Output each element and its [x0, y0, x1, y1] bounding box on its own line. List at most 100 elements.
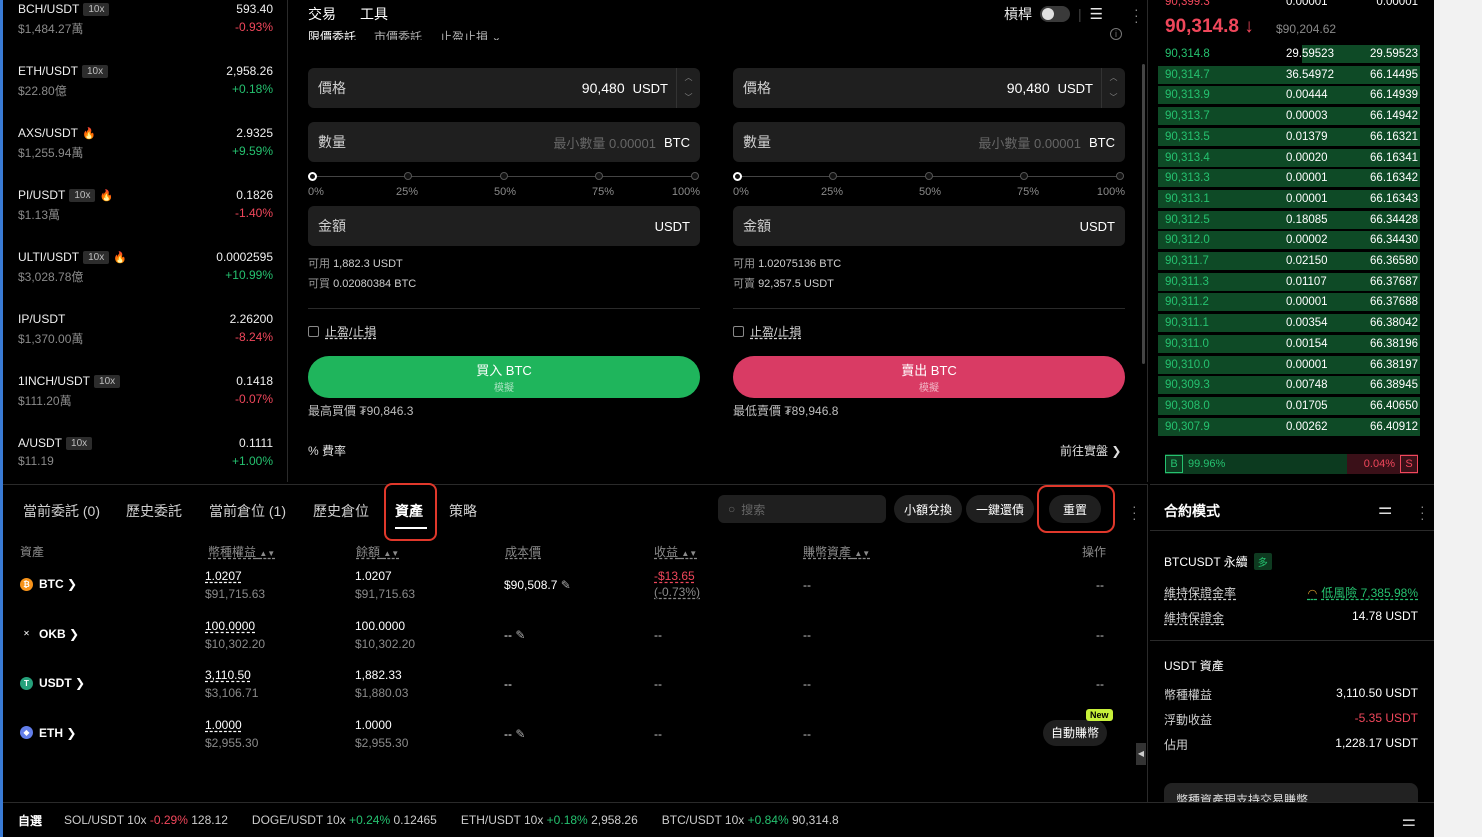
repay-all-button[interactable]: 一鍵還債	[966, 495, 1035, 523]
market-row[interactable]: BCH/USDT 10x $1,484.27萬 593.40 -0.93%	[18, 2, 273, 42]
bid-row[interactable]: 90,311.3 0.01107 66.37687	[1158, 272, 1420, 292]
checkbox[interactable]	[308, 326, 319, 337]
tab-order-history[interactable]: 歷史委託	[126, 501, 182, 521]
slider-percent-label[interactable]: 0%	[733, 186, 749, 198]
sell-tpsl-checkbox[interactable]: 止盈/止損	[733, 323, 1125, 340]
sell-price-field[interactable]: 價格 90,480 USDT ︿ ﹀	[733, 68, 1125, 108]
market-row[interactable]: A/USDT 10x $11.19 0.1111 +1.00%	[18, 436, 273, 476]
bid-row[interactable]: 90,311.7 0.02150 66.36580	[1158, 251, 1420, 271]
bid-row[interactable]: 90,311.0 0.00154 66.38196	[1158, 334, 1420, 354]
sell-button[interactable]: 賣出 BTC 模擬	[733, 356, 1125, 398]
info-icon[interactable]: i	[1110, 28, 1122, 40]
chevron-down-icon[interactable]: ﹀	[1102, 88, 1125, 108]
sell-qty-field[interactable]: 數量 最小數量 0.00001 BTC	[733, 122, 1125, 162]
tab-open-orders[interactable]: 當前委託 (0)	[23, 501, 100, 521]
sell-price-stepper[interactable]: ︿ ﹀	[1101, 68, 1125, 108]
tab-tpsl-order[interactable]: 止盈止損 ⌄	[440, 28, 501, 40]
buy-qty-slider[interactable]: 0% 25% 50% 75% 100%	[308, 170, 700, 206]
tab-tools[interactable]: 工具	[360, 4, 388, 24]
bid-row[interactable]: 90,308.0 0.01705 66.40650	[1158, 396, 1420, 416]
slider-knob[interactable]	[1116, 172, 1124, 180]
slider-knob[interactable]	[733, 172, 742, 181]
tab-positions[interactable]: 當前倉位 (1)	[209, 501, 286, 521]
col-equity[interactable]: 幣種權益 ▲▼	[208, 543, 275, 560]
scrollbar[interactable]	[1142, 64, 1145, 364]
auto-earn-button[interactable]: 自動賺幣	[1043, 719, 1108, 746]
col-pnl[interactable]: 收益 ▲▼	[654, 543, 697, 560]
market-row[interactable]: ULTI/USDT 10x 🔥 $3,028.78億 0.0002595 +10.99%	[18, 250, 273, 290]
pencil-icon[interactable]: ✎	[561, 578, 571, 592]
earn-banner[interactable]: 幣種資產現支持交易賺幣	[1164, 783, 1418, 803]
slider-knob[interactable]	[403, 172, 412, 180]
favorites-label[interactable]: 自選	[18, 812, 42, 829]
chevron-up-icon[interactable]: ︿	[677, 68, 700, 88]
slider-percent-label[interactable]: 75%	[592, 186, 614, 198]
bid-row[interactable]: 90,313.9 0.00444 66.14939	[1158, 85, 1420, 105]
slider-knob[interactable]	[595, 172, 604, 180]
slider-percent-label[interactable]: 50%	[494, 186, 516, 198]
sell-qty-slider[interactable]: 0% 25% 50% 75% 100%	[733, 170, 1125, 206]
collapse-icon[interactable]: ◀	[1136, 743, 1146, 765]
more-icon[interactable]: · · ·	[1420, 499, 1425, 525]
market-row[interactable]: ETH/USDT 10x $22.80億 2,958.26 +0.18%	[18, 64, 273, 104]
asset-coin-link[interactable]: ₿ BTC ❯	[20, 577, 77, 591]
asset-coin-link[interactable]: ✕ OKB ❯	[20, 627, 79, 641]
bid-row[interactable]: 90,313.5 0.01379 66.16321	[1158, 127, 1420, 147]
sliders-icon[interactable]: ☰	[1090, 5, 1103, 23]
tab-limit-order[interactable]: 限價委託	[308, 28, 356, 40]
leverage-toggle[interactable]	[1040, 6, 1070, 22]
slider-knob[interactable]	[1020, 172, 1029, 180]
slider-knob[interactable]	[499, 172, 508, 180]
buy-price-field[interactable]: 價格 90,480 USDT ︿ ﹀	[308, 68, 700, 108]
slider-knob[interactable]	[691, 172, 699, 180]
bid-row[interactable]: 90,312.0 0.00002 66.34430	[1158, 230, 1420, 250]
slider-knob[interactable]	[828, 172, 837, 180]
search-input[interactable]: ○ 搜索	[718, 495, 886, 523]
more-icon[interactable]: · · ·	[1132, 499, 1137, 525]
bid-row[interactable]: 90,311.1 0.00354 66.38042	[1158, 313, 1420, 333]
slider-percent-label[interactable]: 25%	[821, 186, 843, 198]
buy-amount-field[interactable]: 金額 USDT	[308, 206, 700, 246]
bid-row[interactable]: 90,314.7 36.54972 66.14495	[1158, 65, 1420, 85]
chevron-down-icon[interactable]: ﹀	[677, 88, 700, 108]
buy-tpsl-checkbox[interactable]: 止盈/止損	[308, 323, 700, 340]
tab-trade[interactable]: 交易	[308, 4, 336, 24]
slider-percent-label[interactable]: 100%	[672, 186, 700, 198]
buy-button[interactable]: 買入 BTC 模擬	[308, 356, 700, 398]
slider-percent-label[interactable]: 25%	[396, 186, 418, 198]
bid-row[interactable]: 90,313.4 0.00020 66.16341	[1158, 148, 1420, 168]
pencil-icon[interactable]: ✎	[515, 727, 525, 741]
buy-price-stepper[interactable]: ︿ ﹀	[676, 68, 700, 108]
more-icon[interactable]: · · ·	[1134, 2, 1139, 28]
ticker-item[interactable]: SOL/USDT 10x -0.29% 128.12	[64, 813, 228, 827]
small-convert-button[interactable]: 小額兌換	[894, 495, 963, 523]
tab-strategy[interactable]: 策略	[449, 501, 477, 521]
market-row[interactable]: PI/USDT 10x 🔥 $1.13萬 0.1826 -1.40%	[18, 188, 273, 228]
tab-position-history[interactable]: 歷史倉位	[313, 501, 369, 521]
market-row[interactable]: 1INCH/USDT 10x $111.20萬 0.1418 -0.07%	[18, 374, 273, 414]
bid-row[interactable]: 90,312.5 0.18085 66.34428	[1158, 210, 1420, 230]
bid-row[interactable]: 90,314.8 29.59523 29.59523	[1158, 44, 1420, 64]
bid-row[interactable]: 90,313.1 0.00001 66.16343	[1158, 189, 1420, 209]
checkbox[interactable]	[733, 326, 744, 337]
asset-coin-link[interactable]: ◆ ETH ❯	[20, 726, 76, 740]
bid-row[interactable]: 90,311.2 0.00001 66.37688	[1158, 292, 1420, 312]
ticker-item[interactable]: DOGE/USDT 10x +0.24% 0.12465	[252, 813, 437, 827]
ticker-item[interactable]: ETH/USDT 10x +0.18% 2,958.26	[461, 813, 638, 827]
ask-row-partial[interactable]: 90,399.3 0.00001 0.00001	[1158, 0, 1420, 12]
bid-row[interactable]: 90,310.0 0.00001 66.38197	[1158, 355, 1420, 375]
asset-coin-link[interactable]: T USDT ❯	[20, 676, 85, 690]
slider-knob[interactable]	[924, 172, 933, 180]
buy-qty-field[interactable]: 數量 最小數量 0.00001 BTC	[308, 122, 700, 162]
col-earn[interactable]: 賺幣資產 ▲▼	[803, 543, 870, 560]
bid-row[interactable]: 90,309.3 0.00748 66.38945	[1158, 375, 1420, 395]
chevron-up-icon[interactable]: ︿	[1102, 68, 1125, 88]
fee-rate-link[interactable]: % 費率	[308, 442, 346, 459]
sliders-icon[interactable]: ⚌	[1378, 499, 1392, 519]
settings-icon[interactable]: ⚌	[1402, 811, 1416, 831]
slider-percent-label[interactable]: 100%	[1097, 186, 1125, 198]
col-balance[interactable]: 餘額 ▲▼	[356, 543, 399, 560]
slider-percent-label[interactable]: 50%	[919, 186, 941, 198]
slider-percent-label[interactable]: 0%	[308, 186, 324, 198]
market-row[interactable]: AXS/USDT 🔥 $1,255.94萬 2.9325 +9.59%	[18, 126, 273, 166]
